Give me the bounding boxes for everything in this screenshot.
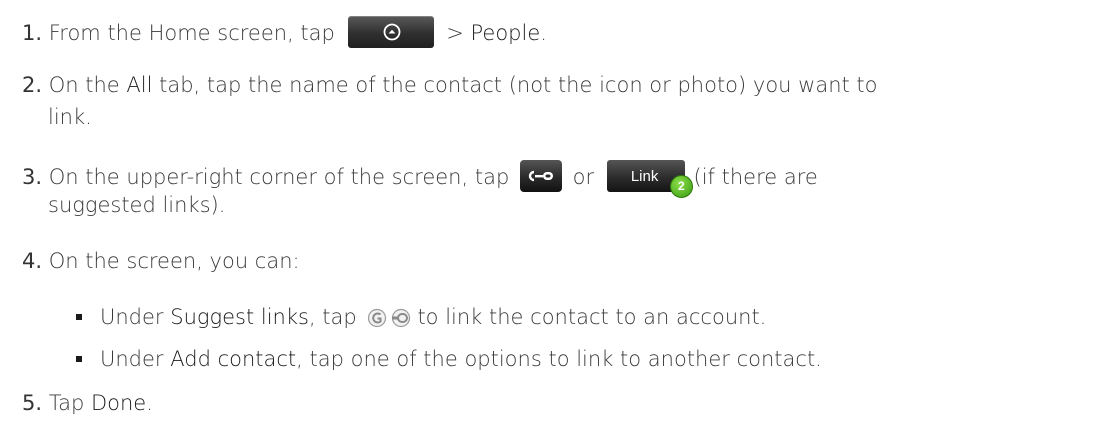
step-text: On the screen, you can: bbox=[48, 249, 300, 273]
step-text: or bbox=[572, 165, 595, 189]
link-chain-icon bbox=[528, 170, 553, 182]
step-text: . bbox=[146, 391, 153, 415]
step-number: 1. bbox=[22, 21, 43, 45]
step-5: 5. Tap Done. bbox=[22, 390, 153, 416]
step-text: link. bbox=[48, 105, 92, 129]
people-label: People bbox=[470, 21, 541, 45]
step-text: On the bbox=[48, 73, 127, 97]
link-suggestions-button[interactable]: Link 2 bbox=[606, 160, 693, 198]
step-text: On the upper-right corner of the screen,… bbox=[48, 165, 510, 189]
step-text: Under bbox=[100, 305, 171, 329]
link-contact-button[interactable] bbox=[519, 160, 562, 192]
step-3-continued: suggested links). bbox=[48, 192, 225, 218]
step-number: 5. bbox=[22, 391, 43, 415]
step-number: 2. bbox=[22, 73, 43, 97]
step-text: Tap bbox=[48, 391, 91, 415]
link-button-label: Link bbox=[630, 168, 659, 185]
bullet-icon bbox=[76, 356, 82, 362]
step-2: 2. On the All tab, tap the name of the c… bbox=[22, 72, 878, 98]
step-2-continued: link. bbox=[48, 104, 92, 130]
all-tab-label: All bbox=[126, 73, 153, 97]
suggestion-count-badge: 2 bbox=[669, 175, 693, 198]
step-1: 1. From the Home screen, tap > People. bbox=[22, 16, 547, 48]
step-text: . bbox=[540, 21, 547, 45]
step-text: (if there are bbox=[693, 165, 818, 189]
step-text: to link the contact to an account. bbox=[417, 305, 767, 329]
home-all-apps-button[interactable] bbox=[347, 16, 434, 48]
step-text: suggested links). bbox=[48, 193, 226, 217]
step-text: , tap bbox=[308, 305, 357, 329]
suggest-links-label: Suggest links bbox=[170, 305, 309, 329]
step-text: tab, tap the name of the contact (not th… bbox=[152, 73, 878, 97]
step-text: > bbox=[439, 21, 471, 45]
link-chain-icon bbox=[367, 308, 413, 334]
home-up-arrow-icon bbox=[383, 23, 400, 41]
step-number: 4. bbox=[22, 249, 43, 273]
step-text: , tap one of the options to link to anot… bbox=[296, 347, 822, 371]
step-text: From the Home screen, tap bbox=[48, 21, 335, 45]
step-text: Under bbox=[100, 347, 171, 371]
step-4: 4. On the screen, you can: bbox=[22, 248, 300, 274]
bullet-icon bbox=[76, 314, 82, 320]
step-number: 3. bbox=[22, 165, 43, 189]
add-contact-label: Add contact bbox=[170, 347, 297, 371]
substep-suggest-links: Under Suggest links, tap to link the con… bbox=[76, 304, 766, 334]
substep-add-contact: Under Add contact, tap one of the option… bbox=[76, 346, 822, 372]
done-label: Done bbox=[90, 391, 147, 415]
step-3: 3. On the upper-right corner of the scre… bbox=[22, 160, 818, 198]
